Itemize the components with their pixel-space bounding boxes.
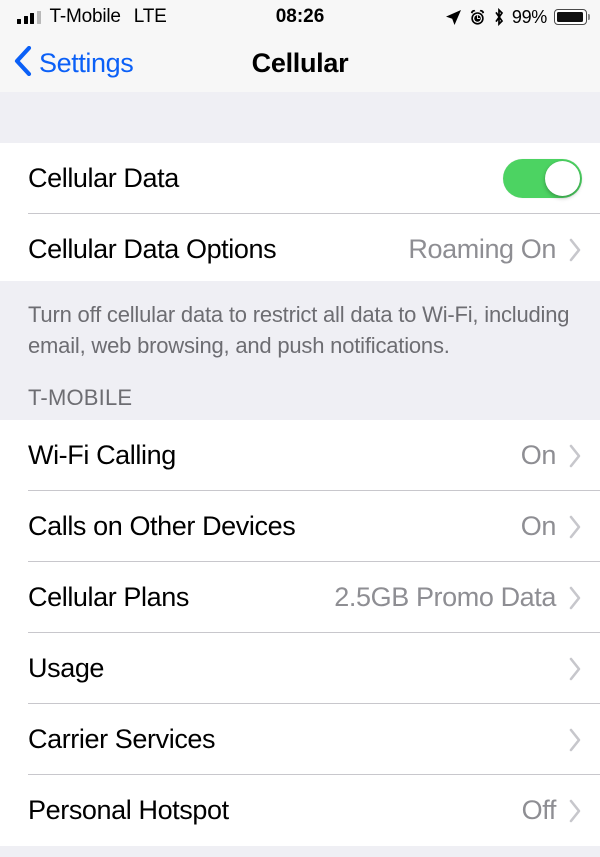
row-label: Cellular Data: [28, 163, 503, 194]
settings-group-tmobile: Wi-Fi Calling On Calls on Other Devices …: [0, 420, 600, 846]
row-value: 2.5GB Promo Data: [334, 582, 556, 613]
chevron-right-icon: [568, 799, 582, 823]
cellular-data-toggle[interactable]: [503, 159, 582, 198]
row-value: Off: [522, 795, 556, 826]
cellular-data-footer-text: Turn off cellular data to restrict all d…: [28, 299, 580, 361]
content-bottom-gap: [0, 848, 600, 857]
chevron-right-icon: [568, 444, 582, 468]
location-arrow-icon: [445, 9, 462, 26]
row-label: Carrier Services: [28, 724, 556, 755]
status-bar-right: 99%: [445, 7, 587, 28]
chevron-right-icon: [568, 657, 582, 681]
content-top-gap: [0, 92, 600, 143]
section-header-tmobile: T-MOBILE: [28, 385, 132, 411]
row-label: Cellular Data Options: [28, 234, 408, 265]
row-cellular-data-options[interactable]: Cellular Data Options Roaming On: [0, 214, 600, 285]
row-label: Usage: [28, 653, 556, 684]
row-label: Cellular Plans: [28, 582, 334, 613]
chevron-right-icon: [568, 515, 582, 539]
status-bar: T-Mobile LTE 08:26: [0, 0, 600, 34]
row-carrier-services[interactable]: Carrier Services: [0, 704, 600, 775]
row-wifi-calling[interactable]: Wi-Fi Calling On: [0, 420, 600, 491]
row-value: On: [521, 440, 556, 471]
battery-percent-label: 99%: [512, 7, 547, 28]
row-label: Calls on Other Devices: [28, 511, 521, 542]
row-calls-on-other-devices[interactable]: Calls on Other Devices On: [0, 491, 600, 562]
row-cellular-plans[interactable]: Cellular Plans 2.5GB Promo Data: [0, 562, 600, 633]
iphone-screen: T-Mobile LTE 08:26: [0, 0, 600, 857]
row-cellular-data[interactable]: Cellular Data: [0, 143, 600, 214]
row-value: Roaming On: [408, 234, 556, 265]
navigation-bar: Settings Cellular: [0, 34, 600, 92]
row-usage[interactable]: Usage: [0, 633, 600, 704]
alarm-clock-icon: [469, 9, 486, 26]
chevron-right-icon: [568, 238, 582, 262]
toggle-knob: [545, 161, 580, 196]
bluetooth-icon: [493, 8, 505, 26]
group-footer-block: Turn off cellular data to restrict all d…: [0, 281, 600, 420]
row-label: Personal Hotspot: [28, 795, 522, 826]
battery-icon: [554, 9, 587, 25]
row-value: On: [521, 511, 556, 542]
chevron-right-icon: [568, 728, 582, 752]
settings-group-cellular-data: Cellular Data Cellular Data Options Roam…: [0, 143, 600, 285]
row-label: Wi-Fi Calling: [28, 440, 521, 471]
page-title: Cellular: [0, 34, 600, 92]
chevron-right-icon: [568, 586, 582, 610]
row-personal-hotspot[interactable]: Personal Hotspot Off: [0, 775, 600, 846]
